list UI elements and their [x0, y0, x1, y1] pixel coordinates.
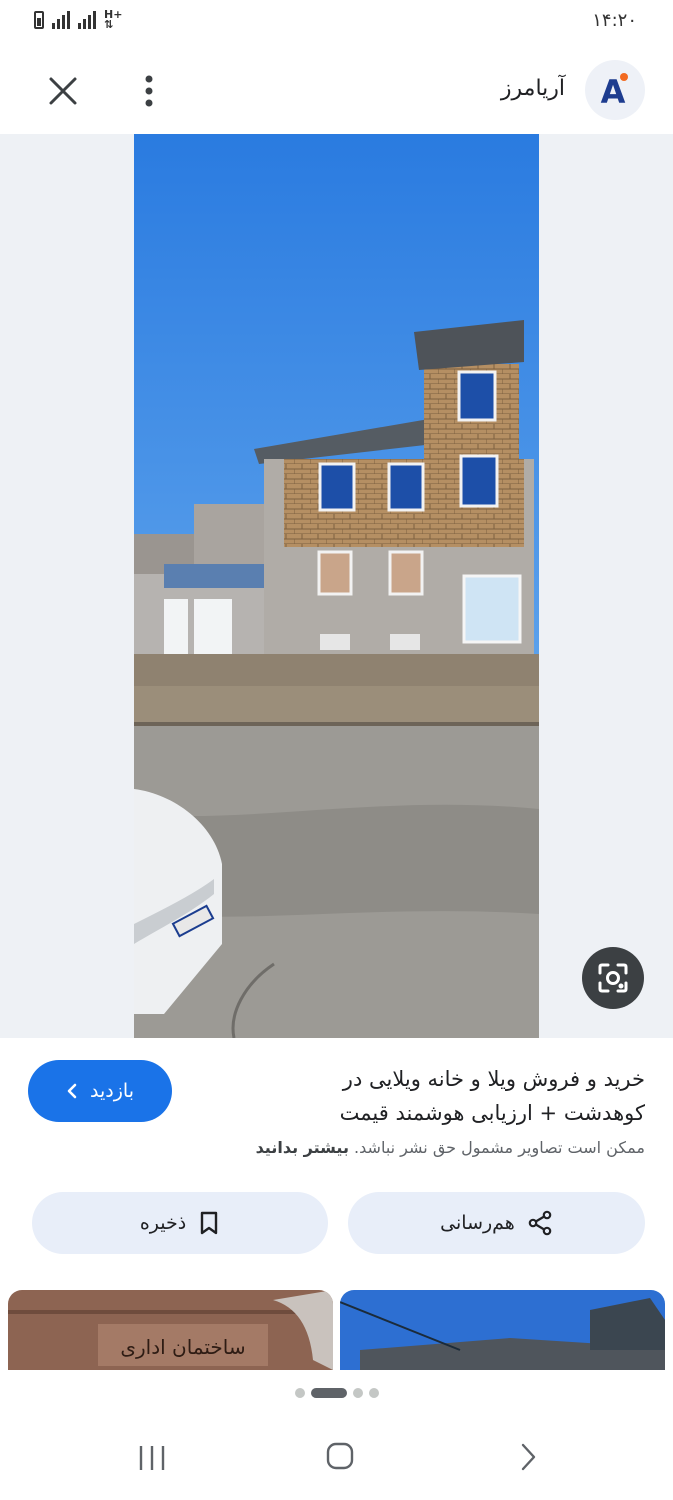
save-label: ذخیره [139, 1212, 187, 1234]
system-nav-bar [0, 1430, 673, 1490]
status-icons: H+ ⇅ [34, 8, 123, 31]
share-icon [528, 1210, 552, 1236]
status-bar: H+ ⇅ ۱۴:۲۰ [0, 0, 673, 44]
thumbnail-image [340, 1290, 665, 1370]
chevron-left-icon [67, 1083, 77, 1099]
back-button[interactable] [518, 1442, 538, 1472]
data-arrows-icon: H+ ⇅ [104, 8, 123, 31]
more-vert-icon [145, 75, 153, 107]
clock: ۱۴:۲۰ [592, 10, 637, 31]
site-name[interactable]: آریامرز [501, 76, 565, 101]
top-bar: آریامرز A [0, 50, 673, 134]
share-button[interactable]: هم‌رسانی [348, 1192, 645, 1254]
related-thumbnail[interactable]: ساختمان اداری [8, 1290, 333, 1370]
page-dot[interactable] [368, 1388, 379, 1398]
more-options-button[interactable] [134, 70, 164, 112]
bookmark-icon [201, 1211, 218, 1235]
site-logo[interactable]: A [585, 60, 645, 120]
site-logo-icon: A [601, 73, 628, 111]
recents-icon [139, 1446, 165, 1470]
page-dot[interactable] [352, 1388, 363, 1398]
signal-icon [78, 11, 96, 29]
thumbnail-image: ساختمان اداری [8, 1290, 333, 1370]
copyright-text: ممکن است تصاویر مشمول حق نشر نباشد. [354, 1138, 645, 1157]
visit-button[interactable]: بازدید [28, 1060, 172, 1122]
page-dot[interactable] [294, 1388, 305, 1398]
visit-label: بازدید [90, 1080, 134, 1102]
pagination-dots [0, 1388, 673, 1398]
chevron-right-icon [521, 1443, 536, 1471]
page-dot-active[interactable] [310, 1388, 347, 1398]
copyright-notice: ممکن است تصاویر مشمول حق نشر نباشد. بیشت… [256, 1138, 645, 1157]
lens-button[interactable] [582, 947, 644, 1009]
home-button[interactable] [326, 1442, 354, 1470]
close-button[interactable] [42, 70, 84, 112]
lens-icon [598, 963, 628, 993]
home-icon [326, 1442, 354, 1470]
thumbnail-sign-text: ساختمان اداری [120, 1335, 245, 1359]
share-label: هم‌رسانی [440, 1212, 515, 1234]
learn-more-link[interactable]: بیشتر بدانید [256, 1138, 349, 1157]
related-thumbnail[interactable] [340, 1290, 665, 1370]
recents-button[interactable] [137, 1444, 167, 1472]
signal-icon [52, 11, 70, 29]
save-button[interactable]: ذخیره [32, 1192, 328, 1254]
result-title[interactable]: خرید و فروش ویلا و خانه ویلایی در کوهدشت… [265, 1062, 645, 1130]
image-viewer [0, 134, 673, 1038]
battery-icon [34, 11, 44, 29]
close-icon [49, 77, 77, 105]
house-photo[interactable] [134, 134, 539, 1038]
